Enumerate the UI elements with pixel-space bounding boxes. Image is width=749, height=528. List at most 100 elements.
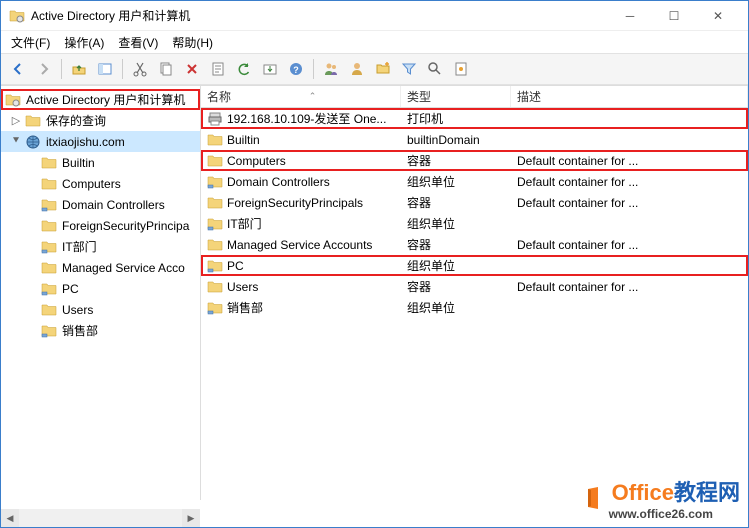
row-type: 容器 bbox=[401, 236, 511, 253]
row-type: builtinDomain bbox=[401, 133, 511, 147]
printer-icon bbox=[207, 111, 223, 127]
delete-button[interactable] bbox=[181, 58, 203, 80]
app-icon bbox=[9, 8, 25, 24]
table-row[interactable]: Computers容器Default container for ... bbox=[201, 150, 748, 171]
column-desc[interactable]: 描述 bbox=[511, 86, 748, 107]
new-user-button[interactable] bbox=[346, 58, 368, 80]
find-button[interactable] bbox=[424, 58, 446, 80]
window-title: Active Directory 用户和计算机 bbox=[31, 7, 608, 24]
sort-indicator-icon: ⌃ bbox=[309, 91, 317, 102]
ou-icon bbox=[207, 300, 223, 316]
tree-item[interactable]: Builtin bbox=[1, 152, 200, 173]
up-button[interactable] bbox=[68, 58, 90, 80]
refresh-button[interactable] bbox=[233, 58, 255, 80]
folder-icon bbox=[41, 302, 57, 318]
table-row[interactable]: Users 容器Default container for ... bbox=[201, 276, 748, 297]
tree-label: itxiaojishu.com bbox=[46, 135, 125, 149]
tree-root[interactable]: Active Directory 用户和计算机 bbox=[1, 89, 200, 110]
table-row[interactable]: 192.168.10.109-发送至 One... 打印机 bbox=[201, 108, 748, 129]
folder-icon bbox=[25, 113, 41, 129]
row-desc: Default container for ... bbox=[511, 154, 748, 168]
ou-icon bbox=[41, 239, 57, 255]
tree-label: Computers bbox=[62, 177, 121, 191]
back-button[interactable] bbox=[7, 58, 29, 80]
list-pane[interactable]: 名称⌃ 类型 描述 192.168.10.109-发送至 One... 打印机 Bu… bbox=[201, 86, 748, 500]
tree-item[interactable]: Managed Service Acco bbox=[1, 257, 200, 278]
forward-button bbox=[33, 58, 55, 80]
row-desc: Default container for ... bbox=[511, 280, 748, 294]
table-row[interactable]: Domain Controllers组织单位Default container … bbox=[201, 171, 748, 192]
tree-item[interactable]: IT部门 bbox=[1, 236, 200, 257]
cut-button[interactable] bbox=[129, 58, 151, 80]
watermark-url: www.office26.com bbox=[609, 507, 740, 521]
tree-item[interactable]: ForeignSecurityPrincipa bbox=[1, 215, 200, 236]
close-button[interactable]: ✕ bbox=[696, 2, 740, 30]
ou-icon bbox=[41, 323, 57, 339]
new-ou-button[interactable] bbox=[372, 58, 394, 80]
folder-icon bbox=[207, 237, 223, 253]
tree-label: 保存的查询 bbox=[46, 112, 106, 129]
tree-item[interactable]: Users bbox=[1, 299, 200, 320]
ou-icon bbox=[207, 174, 223, 190]
expand-icon[interactable]: ▷ bbox=[9, 114, 23, 127]
folder-icon bbox=[41, 260, 57, 276]
row-name: Builtin bbox=[227, 133, 260, 147]
row-name: 192.168.10.109-发送至 One... bbox=[227, 110, 386, 127]
tree-label: PC bbox=[62, 282, 79, 296]
menu-action[interactable]: 操作(A) bbox=[64, 34, 104, 51]
menu-help[interactable]: 帮助(H) bbox=[172, 34, 213, 51]
tree-pane[interactable]: Active Directory 用户和计算机 ▷ 保存的查询 ⯆ itxiao… bbox=[1, 86, 201, 500]
table-row[interactable]: PC 组织单位 bbox=[201, 255, 748, 276]
row-type: 组织单位 bbox=[401, 215, 511, 232]
tree-item[interactable]: Domain Controllers bbox=[1, 194, 200, 215]
folder-icon bbox=[41, 155, 57, 171]
tree-item[interactable]: 销售部 bbox=[1, 320, 200, 341]
help-button[interactable] bbox=[285, 58, 307, 80]
folder-icon bbox=[207, 153, 223, 169]
ou-icon bbox=[41, 197, 57, 213]
table-row[interactable]: Managed Service Accounts容器Default contai… bbox=[201, 234, 748, 255]
row-type: 容器 bbox=[401, 152, 511, 169]
row-type: 组织单位 bbox=[401, 173, 511, 190]
filter-button[interactable] bbox=[398, 58, 420, 80]
collapse-icon[interactable]: ⯆ bbox=[9, 135, 23, 148]
row-type: 组织单位 bbox=[401, 257, 511, 274]
menu-view[interactable]: 查看(V) bbox=[118, 34, 158, 51]
office-logo-icon bbox=[582, 486, 606, 510]
tree-label: Managed Service Acco bbox=[62, 261, 185, 275]
ou-icon bbox=[41, 281, 57, 297]
table-row[interactable]: IT部门组织单位 bbox=[201, 213, 748, 234]
tree-label: IT部门 bbox=[62, 238, 97, 255]
column-name[interactable]: 名称⌃ bbox=[201, 86, 401, 107]
tree-label: Users bbox=[62, 303, 93, 317]
tree-label: ForeignSecurityPrincipa bbox=[62, 219, 189, 233]
tree-label: 销售部 bbox=[62, 322, 98, 339]
new-users-button[interactable] bbox=[320, 58, 342, 80]
table-row[interactable]: 销售部组织单位 bbox=[201, 297, 748, 318]
tree-domain[interactable]: ⯆ itxiaojishu.com bbox=[1, 131, 200, 152]
show-pane-button[interactable] bbox=[94, 58, 116, 80]
minimize-button[interactable]: ─ bbox=[608, 2, 652, 30]
export-button[interactable] bbox=[259, 58, 281, 80]
properties-button[interactable] bbox=[207, 58, 229, 80]
table-row[interactable]: Builtin builtinDomain bbox=[201, 129, 748, 150]
menu-file[interactable]: 文件(F) bbox=[11, 34, 50, 51]
row-name: PC bbox=[227, 259, 244, 273]
copy-button[interactable] bbox=[155, 58, 177, 80]
options-button[interactable] bbox=[450, 58, 472, 80]
table-row[interactable]: ForeignSecurityPrincipals容器Default conta… bbox=[201, 192, 748, 213]
ad-icon bbox=[5, 92, 21, 108]
tree-label: Builtin bbox=[62, 156, 95, 170]
folder-icon bbox=[41, 218, 57, 234]
folder-icon bbox=[207, 195, 223, 211]
column-type[interactable]: 类型 bbox=[401, 86, 511, 107]
row-type: 打印机 bbox=[401, 110, 511, 127]
row-name: Users bbox=[227, 280, 258, 294]
tree-saved-queries[interactable]: ▷ 保存的查询 bbox=[1, 110, 200, 131]
maximize-button[interactable]: ☐ bbox=[652, 2, 696, 30]
tree-item[interactable]: PC bbox=[1, 278, 200, 299]
row-type: 组织单位 bbox=[401, 299, 511, 316]
row-type: 容器 bbox=[401, 278, 511, 295]
row-desc: Default container for ... bbox=[511, 175, 748, 189]
tree-item[interactable]: Computers bbox=[1, 173, 200, 194]
